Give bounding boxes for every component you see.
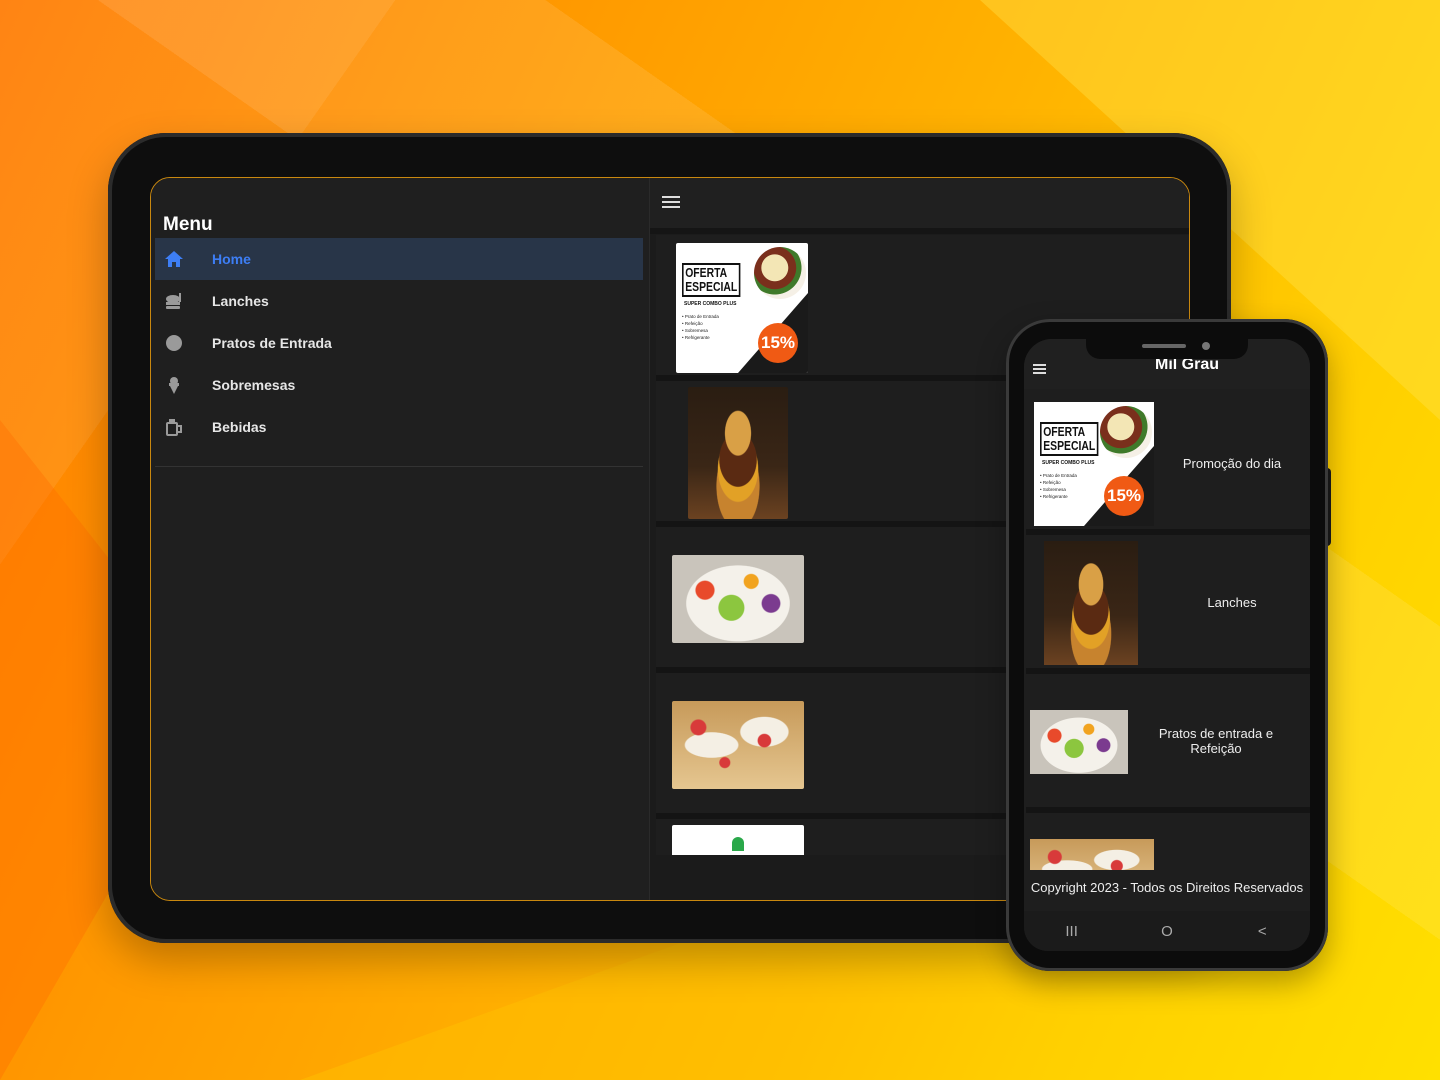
- bottle-graphic: [732, 837, 744, 851]
- card-sobremesas[interactable]: [1026, 813, 1310, 870]
- promo-title-line1: OFERTA: [685, 265, 728, 280]
- dessert-image: [1030, 839, 1154, 870]
- back-button[interactable]: <: [1247, 923, 1277, 940]
- phone-screen: Mil Grau OFERTA ESPECIAL SUPER COMBO PLUS…: [1024, 339, 1310, 951]
- dessert-image: [672, 701, 804, 789]
- menu-divider: [155, 466, 643, 467]
- promo-title: OFERTA ESPECIAL: [1040, 422, 1099, 456]
- burger-image: [688, 387, 788, 519]
- promo-subtitle: SUPER COMBO PLUS: [1042, 460, 1095, 466]
- sidebar-item-lanches[interactable]: Lanches: [155, 280, 643, 322]
- sidebar-item-home[interactable]: Home: [155, 238, 643, 280]
- card-label: Lanches: [1207, 595, 1257, 610]
- promo-title: OFERTA ESPECIAL: [682, 263, 741, 297]
- phone-card-list[interactable]: OFERTA ESPECIAL SUPER COMBO PLUS • Prato …: [1026, 396, 1310, 870]
- sidebar-item-label: Pratos de Entrada: [212, 335, 332, 351]
- promo-bullets: • Prato de Entrada • Refeição • Sobremes…: [682, 314, 719, 340]
- sidebar-item-label: Sobremesas: [212, 377, 296, 393]
- phone-notch: [1086, 339, 1248, 359]
- sidebar-drawer: Menu Home Lanches Pratos de Entrada Sobr…: [151, 178, 650, 900]
- promo-bullet: Prato de Entrada: [1042, 473, 1077, 478]
- drink-icon: [163, 416, 185, 438]
- menu-title: Menu: [163, 214, 213, 235]
- burger-image: [1044, 541, 1138, 665]
- card-pratos-de-entrada[interactable]: Pratos de entrada e Refeição: [1026, 674, 1310, 813]
- hamburger-menu-icon[interactable]: [662, 196, 680, 211]
- promo-bullet: Prato de Entrada: [684, 314, 719, 319]
- card-lanches[interactable]: Lanches: [1026, 535, 1310, 674]
- sidebar-item-bebidas[interactable]: Bebidas: [155, 406, 643, 448]
- salad-image: [672, 555, 804, 643]
- promo-subtitle: SUPER COMBO PLUS: [684, 301, 737, 307]
- android-nav-bar: III O <: [1024, 911, 1310, 951]
- promo-bullet: Sobremesa: [1042, 487, 1066, 492]
- home-icon: [163, 248, 185, 270]
- sidebar-item-label: Bebidas: [212, 419, 267, 435]
- promo-image: OFERTA ESPECIAL SUPER COMBO PLUS • Prato …: [676, 243, 808, 373]
- front-camera: [1202, 342, 1210, 350]
- phone-device: Mil Grau OFERTA ESPECIAL SUPER COMBO PLUS…: [1006, 319, 1328, 971]
- discount-badge: 15%: [758, 323, 798, 363]
- ice-cream-icon: [163, 374, 185, 396]
- speaker-grille: [1142, 344, 1186, 348]
- sidebar-item-label: Lanches: [212, 293, 269, 309]
- salad-image: [1030, 710, 1128, 774]
- promo-image: OFERTA ESPECIAL SUPER COMBO PLUS • Prato …: [1034, 402, 1154, 526]
- circle-icon: [163, 332, 185, 354]
- promo-bullets: • Prato de Entrada • Refeição • Sobremes…: [1040, 473, 1077, 499]
- sidebar-item-sobremesas[interactable]: Sobremesas: [155, 364, 643, 406]
- discount-badge: 15%: [1104, 476, 1144, 516]
- promo-bullet: Refeição: [1042, 480, 1061, 485]
- promo-bullet: Refeição: [684, 321, 703, 326]
- promo-title-line2: ESPECIAL: [685, 279, 738, 294]
- tablet-app-bar: [650, 178, 1189, 234]
- copyright-footer: Copyright 2023 - Todos os Direitos Reser…: [1030, 880, 1304, 895]
- promo-title-line1: OFERTA: [1043, 424, 1086, 439]
- promo-title-line2: ESPECIAL: [1043, 438, 1096, 453]
- burger-icon: [163, 290, 185, 312]
- promo-bullet: Sobremesa: [684, 328, 708, 333]
- card-promocao-do-dia[interactable]: OFERTA ESPECIAL SUPER COMBO PLUS • Prato …: [1026, 396, 1310, 535]
- home-button[interactable]: O: [1152, 923, 1182, 940]
- card-label: Pratos de entrada e Refeição: [1158, 726, 1274, 756]
- food-plate-graphic: [754, 247, 806, 299]
- promo-bullet: Refrigerante: [1042, 494, 1068, 499]
- menu-list: Home Lanches Pratos de Entrada Sobremesa…: [155, 238, 643, 448]
- recent-apps-button[interactable]: III: [1057, 923, 1087, 940]
- card-label: Promoção do dia: [1182, 456, 1282, 471]
- sidebar-item-pratos-de-entrada[interactable]: Pratos de Entrada: [155, 322, 643, 364]
- drink-image: [672, 825, 804, 855]
- sidebar-item-label: Home: [212, 251, 251, 267]
- promo-bullet: Refrigerante: [684, 335, 710, 340]
